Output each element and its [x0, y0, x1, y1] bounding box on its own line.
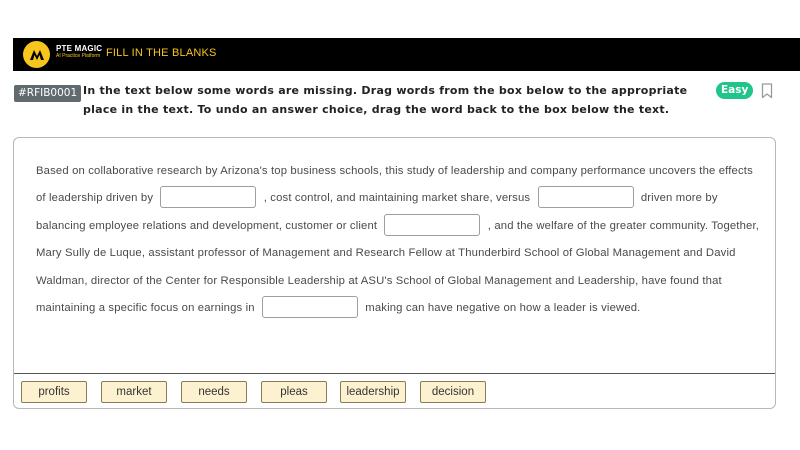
- word-chip-leadership[interactable]: leadership: [340, 381, 406, 403]
- brand-name: PTE MAGIC: [56, 44, 103, 53]
- passage-panel: Based on collaborative research by Arizo…: [13, 137, 776, 409]
- header-bar: PTE MAGIC AI Practice Platform FILL IN T…: [13, 38, 800, 71]
- word-chip-market[interactable]: market: [101, 381, 167, 403]
- word-chip-needs[interactable]: needs: [181, 381, 247, 403]
- passage-text: Based on collaborative research by Arizo…: [36, 158, 761, 322]
- brand-tagline: AI Practice Platform: [56, 53, 101, 59]
- word-chip-decision[interactable]: decision: [420, 381, 486, 403]
- page-title: FILL IN THE BLANKS: [106, 47, 217, 59]
- passage-segment: making can have negative on how a leader…: [365, 302, 641, 315]
- passage-segment: , cost control, and maintaining market s…: [263, 192, 531, 205]
- word-chip-pleas[interactable]: pleas: [261, 381, 327, 403]
- difficulty-badge: Easy: [716, 82, 754, 99]
- pte-magic-logo-icon: [23, 41, 50, 68]
- blank-1[interactable]: [160, 186, 257, 209]
- bookmark-icon[interactable]: [761, 83, 773, 103]
- divider: [14, 373, 775, 374]
- question-id-badge: #RFIB0001: [14, 85, 82, 102]
- blank-4[interactable]: [262, 296, 358, 319]
- instruction-text: In the text below some words are missing…: [83, 84, 688, 116]
- word-bank: profits market needs pleas leadership de…: [21, 381, 486, 403]
- blank-2[interactable]: [537, 186, 634, 209]
- brand: PTE MAGIC AI Practice Platform: [56, 44, 102, 60]
- word-chip-profits[interactable]: profits: [21, 381, 87, 403]
- blank-3[interactable]: [384, 213, 481, 236]
